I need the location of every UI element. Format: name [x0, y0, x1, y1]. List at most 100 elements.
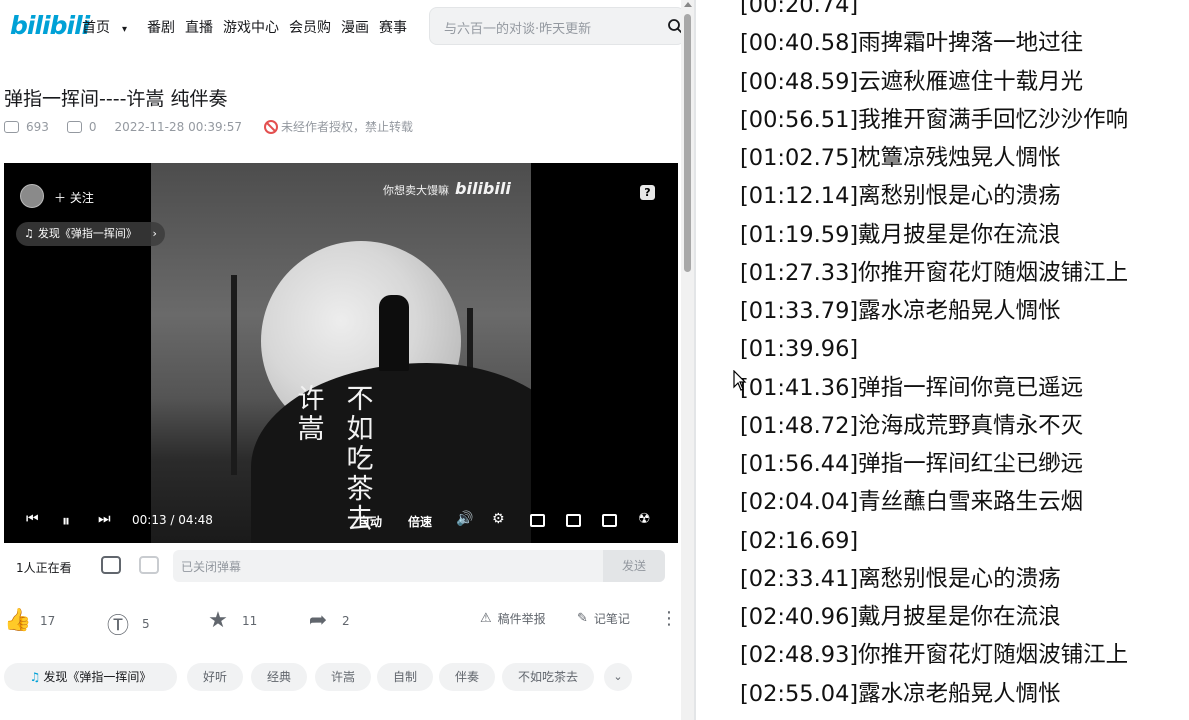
- lyric-line: [02:04.04]青丝蘸白雪来路生云烟: [740, 489, 1084, 516]
- tag-item[interactable]: 伴奏: [439, 663, 495, 691]
- lyric-line: [01:02.75]枕簟凉残烛晃人惆怅: [740, 145, 1061, 171]
- notes-button[interactable]: ✎ 记笔记: [577, 610, 630, 627]
- coin-button[interactable]: Ⓣ 5: [106, 608, 150, 640]
- uploader-avatar[interactable]: [20, 184, 44, 208]
- search-input[interactable]: 与六百一的对谈·昨天更新: [429, 7, 685, 45]
- follow-button[interactable]: ＋ 关注: [54, 189, 94, 206]
- danmaku-bar: 1人正在看 已关闭弹幕 发送: [4, 546, 678, 588]
- page-scrollbar[interactable]: [681, 0, 694, 720]
- pause-icon[interactable]: ⏸: [62, 511, 70, 531]
- chevron-right-icon: ›: [152, 227, 157, 240]
- tag-item[interactable]: 经典: [251, 663, 307, 691]
- danmaku-settings-icon[interactable]: [139, 556, 159, 574]
- report-label: 稿件举报: [497, 612, 546, 626]
- tag-item[interactable]: 自制: [377, 663, 433, 691]
- thumbs-up-icon: 👍: [4, 608, 32, 633]
- nav-item-live[interactable]: 直播: [185, 17, 213, 37]
- player-controls: ⏮ ⏸ ⏭ 00:13 / 04:48 自动 倍速 🔊 ⚙ ☢: [4, 505, 678, 535]
- wide-screen-icon[interactable]: [566, 514, 581, 527]
- search-placeholder: 与六百一的对谈·昨天更新: [444, 22, 592, 37]
- share-button[interactable]: ➦ 2: [306, 608, 350, 633]
- danmaku-count: 0: [88, 119, 97, 134]
- danmaku-toggle-icon[interactable]: [101, 556, 121, 574]
- current-time: 00:13: [132, 513, 167, 527]
- nav-item-esports[interactable]: 赛事: [379, 17, 407, 37]
- poster-brand: 你想卖大馒嘛 bilibili: [383, 179, 511, 198]
- copyright-notice: 未经作者授权，禁止转载: [281, 120, 414, 134]
- time-separator: /: [170, 513, 175, 527]
- nav-item-manga[interactable]: 漫画: [341, 17, 369, 37]
- share-count: 2: [342, 613, 350, 628]
- like-count: 17: [40, 613, 56, 628]
- quality-auto-button[interactable]: 自动: [358, 513, 382, 530]
- discover-music-chip[interactable]: ♫ 发现《弹指一挥间》 ›: [16, 222, 165, 246]
- nav-item-game-center[interactable]: 游戏中心: [223, 17, 279, 37]
- lyric-line: [01:27.33]你推开窗花灯随烟波铺江上: [740, 259, 1129, 286]
- discover-label: 发现《弹指一挥间》: [37, 227, 137, 240]
- coin-count: 5: [142, 617, 150, 631]
- danmaku-send-button[interactable]: 发送: [603, 550, 665, 582]
- watching-count: 1人正在看: [16, 561, 72, 575]
- fullscreen-icon[interactable]: ☢: [638, 511, 651, 527]
- pip-icon[interactable]: [530, 514, 545, 527]
- danmaku-placeholder: 已关闭弹幕: [181, 560, 242, 574]
- next-icon[interactable]: ⏭: [98, 511, 111, 527]
- tag-item[interactable]: 许嵩: [315, 663, 371, 691]
- video-meta: 693 0 2022-11-28 00:39:57 未经作者授权，禁止转载: [4, 118, 413, 135]
- nav-item-anime[interactable]: 番剧: [147, 17, 175, 37]
- video-title: 弹指一挥间----许嵩 纯伴奏: [4, 88, 228, 110]
- follow-label: 关注: [69, 191, 94, 205]
- nav-item-home[interactable]: 首页 ▾: [82, 17, 137, 37]
- lyric-line: [01:33.79]露水凉老船晃人惆怅: [740, 298, 1061, 324]
- volume-icon[interactable]: 🔊: [456, 511, 473, 527]
- help-icon[interactable]: ?: [640, 185, 655, 200]
- tag-item[interactable]: 不如吃茶去: [502, 663, 594, 691]
- nav-item-mall[interactable]: 会员购: [289, 17, 331, 37]
- poster-logo: bilibili: [455, 179, 511, 198]
- play-count-icon: [4, 120, 19, 133]
- play-count: 693: [26, 119, 49, 134]
- more-options-icon[interactable]: ⋮: [660, 608, 678, 629]
- report-button[interactable]: ⚠ 稿件举报: [480, 610, 546, 627]
- danmaku-input[interactable]: 已关闭弹幕 发送: [173, 550, 665, 582]
- favorite-count: 11: [242, 613, 258, 628]
- lyric-line: [01:19.59]戴月披星是你在流浪: [740, 221, 1061, 248]
- prev-icon[interactable]: ⏮: [26, 511, 39, 527]
- speed-button[interactable]: 倍速: [408, 513, 432, 530]
- poster-brand-text: 你想卖大馒嘛: [383, 184, 449, 197]
- video-player[interactable]: 你想卖大馒嘛 bilibili 许嵩 不如吃茶去 ＋ 关注 ♫ 发现《弹指一挥间》 ›…: [4, 163, 678, 543]
- share-arrow-icon: ➦: [308, 608, 328, 633]
- lyric-line: [01:48.72]沧海成荒野真情永不灭: [740, 412, 1084, 439]
- no-repost-icon: [264, 119, 278, 134]
- lyric-line: [02:33.41]离愁别恨是心的溃疡: [740, 565, 1061, 592]
- lyric-line: [00:20.74]: [740, 0, 859, 18]
- video-frame: 你想卖大馒嘛 bilibili 许嵩 不如吃茶去: [151, 163, 531, 543]
- coin-icon: Ⓣ: [106, 614, 129, 639]
- lyric-line: [01:12.14]离愁别恨是心的溃疡: [740, 183, 1061, 210]
- tag-list: ♫ 发现《弹指一挥间》 好听 经典 许嵩 自制 伴奏 不如吃茶去 ⌄: [4, 663, 681, 693]
- like-button[interactable]: 👍 17: [4, 608, 55, 633]
- bilibili-logo[interactable]: bilibili: [10, 11, 90, 40]
- scroll-up-arrow-icon[interactable]: [684, 2, 692, 7]
- lyric-line: [00:48.59]云遮秋雁遮住十载月光: [740, 68, 1084, 95]
- expand-tags-chevron-icon[interactable]: ⌄: [604, 663, 632, 691]
- danmaku-count-icon: [66, 120, 82, 133]
- settings-gear-icon[interactable]: ⚙: [492, 511, 505, 527]
- pole-image: [231, 275, 237, 475]
- lyric-line: [01:41.36]弹指一挥间你竟已遥远: [740, 374, 1084, 401]
- favorite-button[interactable]: ★ 11: [206, 608, 257, 633]
- top-header: bilibili 首页 ▾ 番剧 直播 游戏中心 会员购 漫画 赛事 与六百一的对…: [0, 0, 685, 52]
- notes-label: 记笔记: [593, 612, 630, 626]
- web-fullscreen-icon[interactable]: [602, 514, 617, 527]
- warning-icon: ⚠: [480, 611, 492, 626]
- top-nav: 首页 ▾ 番剧 直播 游戏中心 会员购 漫画 赛事: [82, 17, 417, 37]
- tag-item[interactable]: ♫ 发现《弹指一挥间》: [4, 663, 177, 691]
- tag-item[interactable]: 好听: [187, 663, 243, 691]
- lyric-line: [00:40.58]雨捭霜叶捭落一地过往: [740, 30, 1084, 57]
- nav-item-label: 首页: [82, 20, 110, 36]
- scrollbar-thumb[interactable]: [684, 14, 691, 272]
- lyric-line: [01:39.96]: [740, 336, 859, 363]
- lyric-line: [00:56.51]我推开窗满手回忆沙沙作响: [740, 106, 1129, 133]
- lyric-line: [01:56.44]弹指一挥间红尘已缈远: [740, 451, 1084, 477]
- lyric-line: [02:16.69]: [740, 527, 859, 554]
